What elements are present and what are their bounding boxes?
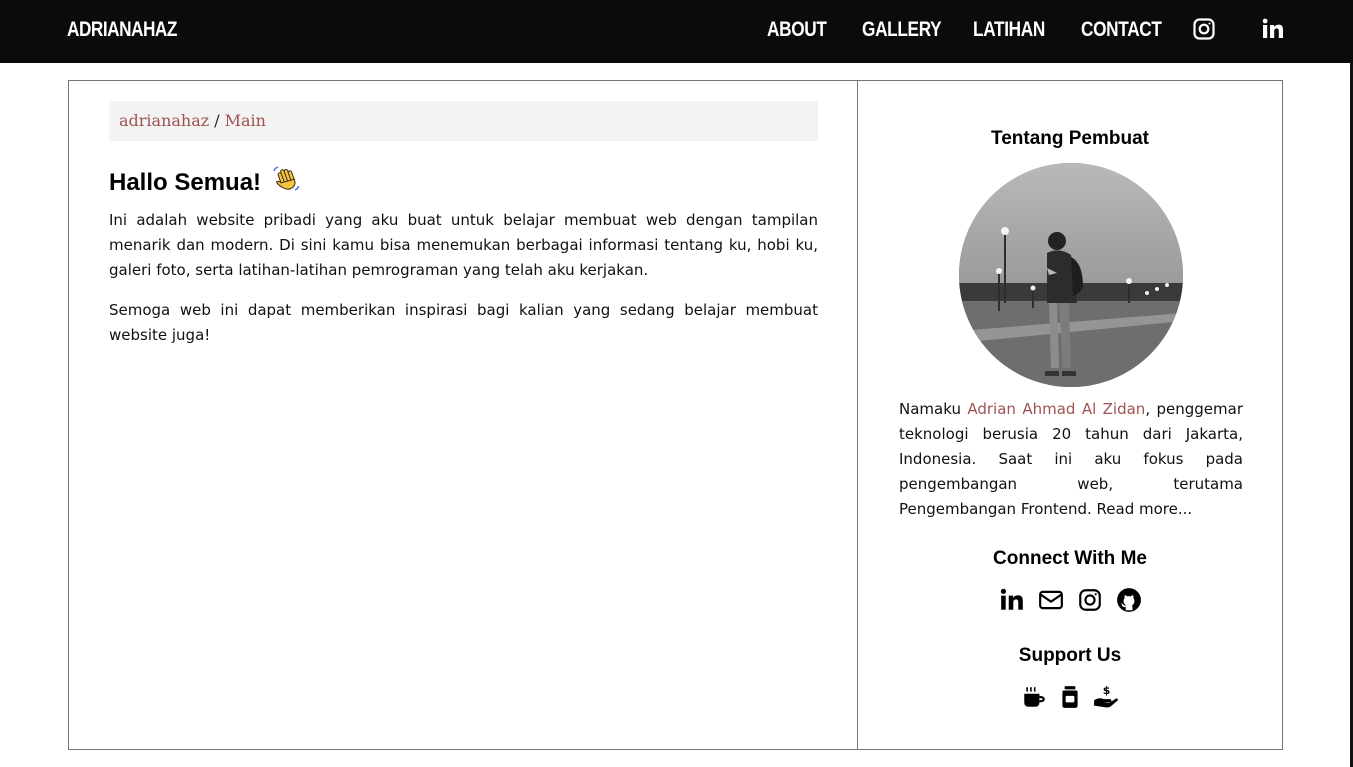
connect-title: Connect With Me: [993, 548, 1147, 569]
coffee-icon[interactable]: [1021, 684, 1047, 710]
main-content-panel: adrianahaz / Main Hallo Semua! Ini adalah …: [68, 80, 858, 750]
nav-link-latihan[interactable]: LATIHAN: [973, 18, 1045, 42]
support-icons: $: [858, 684, 1282, 710]
intro-paragraph: Ini adalah website pribadi yang aku buat…: [109, 211, 818, 279]
author-avatar: [959, 163, 1183, 387]
breadcrumb-separator: /: [214, 111, 220, 130]
brand-logo-link[interactable]: ADRIANAHAZ: [67, 18, 177, 42]
inspiration-paragraph: Semoga web ini dapat memberikan inspiras…: [109, 301, 818, 344]
bio-prefix: Namaku: [899, 400, 968, 418]
nav-linkedin-icon[interactable]: [1261, 17, 1285, 41]
donate-hand-icon[interactable]: $: [1093, 684, 1119, 710]
linkedin-icon[interactable]: [999, 587, 1025, 613]
nav-link-contact[interactable]: CONTACT: [1081, 18, 1162, 42]
waving-hand-icon: [272, 165, 300, 200]
page-heading-text: Hallo Semua!: [109, 169, 262, 196]
instagram-icon[interactable]: [1077, 587, 1103, 613]
about-author-title: Tentang Pembuat: [991, 128, 1149, 149]
nav-instagram-icon[interactable]: [1192, 17, 1216, 41]
about-author-sidebar: Tentang Pembuat Namaku Adrian Ahmad Al Z…: [857, 80, 1283, 750]
github-icon[interactable]: [1116, 587, 1142, 613]
author-name-link[interactable]: Adrian Ahmad Al Zidan: [967, 400, 1145, 418]
top-navbar: ADRIANAHAZ ABOUT GALLERY LATIHAN CONTACT: [0, 0, 1353, 63]
nav-link-gallery[interactable]: GALLERY: [862, 18, 942, 42]
support-title: Support Us: [1018, 645, 1122, 666]
breadcrumb-home-link[interactable]: adrianahaz: [119, 111, 209, 130]
author-bio: Namaku Adrian Ahmad Al Zidan, penggemar …: [899, 397, 1243, 522]
jar-icon[interactable]: [1057, 684, 1083, 710]
connect-icons: [858, 587, 1282, 613]
breadcrumb: adrianahaz / Main: [109, 101, 818, 141]
breadcrumb-current[interactable]: Main: [225, 111, 266, 130]
nav-link-about[interactable]: ABOUT: [767, 18, 827, 42]
page-heading: Hallo Semua!: [109, 165, 300, 200]
svg-text:$: $: [1103, 684, 1111, 697]
mail-icon[interactable]: [1038, 587, 1064, 613]
